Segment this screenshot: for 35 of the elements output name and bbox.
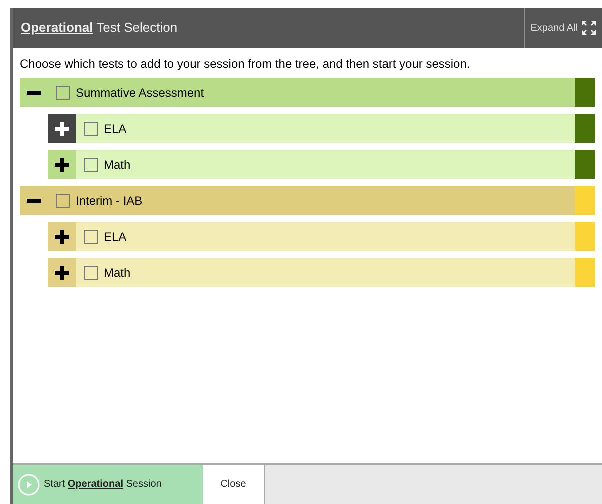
tree-label: Summative Assessment (76, 84, 204, 102)
tree-label: Interim - IAB (76, 192, 143, 210)
plus-icon (55, 266, 69, 280)
expand-toggle[interactable] (48, 150, 76, 179)
tree-row[interactable]: Math (48, 150, 595, 179)
checkbox[interactable] (84, 266, 98, 280)
checkbox[interactable] (84, 230, 98, 244)
plus-icon (55, 122, 69, 136)
expand-all-button[interactable]: Expand All (524, 8, 602, 48)
expand-toggle[interactable] (48, 114, 76, 143)
plus-icon (55, 230, 69, 244)
tree-row[interactable]: ELA (48, 114, 595, 143)
checkbox[interactable] (56, 194, 70, 208)
window-title: Operational Test Selection (20, 19, 179, 38)
play-icon (18, 474, 40, 496)
tree-row[interactable]: Math (48, 258, 595, 287)
start-session-button[interactable]: Start Operational Session (13, 465, 203, 504)
expand-toggle[interactable] (48, 258, 76, 287)
checkbox[interactable] (84, 158, 98, 172)
minus-icon (27, 198, 41, 202)
tree-row[interactable]: Interim - IAB (20, 186, 595, 215)
expand-icon (582, 21, 596, 35)
expand-toggle[interactable] (48, 222, 76, 251)
tree-label: Math (104, 264, 131, 282)
checkbox[interactable] (56, 86, 70, 100)
tree-label: ELA (104, 228, 127, 246)
checkbox[interactable] (84, 122, 98, 136)
close-button[interactable]: Close (203, 465, 265, 504)
tree-label: Math (104, 156, 131, 174)
minus-icon (27, 90, 41, 94)
plus-icon (55, 158, 69, 172)
tree-row[interactable]: ELA (48, 222, 595, 251)
tree-label: ELA (104, 120, 127, 138)
instructions: Choose which tests to add to your session from the tree, and then start your session. (19, 56, 472, 73)
tree-row[interactable]: Summative Assessment (20, 78, 595, 107)
